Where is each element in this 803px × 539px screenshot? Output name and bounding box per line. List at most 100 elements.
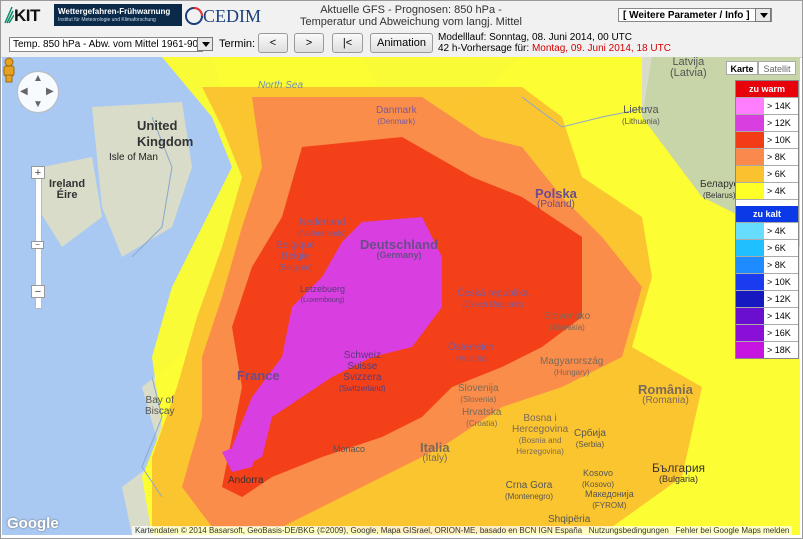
model-run-info: Modelllauf: Sonntag, 08. Juni 2014, 00 U… (438, 32, 671, 54)
legend-cold-row: > 16K (736, 324, 798, 341)
legend-warm-swatch (736, 115, 764, 131)
legend-cold-swatch (736, 240, 764, 256)
place-romania: România (Romania) (638, 382, 693, 406)
kit-logo-icon (4, 6, 14, 24)
place-danmark: Danmark (Denmark) (376, 105, 417, 126)
legend-warm-swatch (736, 98, 764, 114)
place-slovenija: Slovenija (Slovenia) (458, 383, 499, 404)
pan-up-icon[interactable]: ▲ (33, 73, 43, 84)
pan-left-icon[interactable]: ◀ (20, 86, 28, 97)
map-type-satellit[interactable]: Satellit (758, 61, 796, 75)
info-select-dropdown-icon[interactable] (755, 8, 771, 22)
next-button[interactable]: > (294, 33, 324, 53)
legend-warm-swatch (736, 149, 764, 165)
map-attribution: Kartendaten © 2014 Basarsoft, GeoBasis-D… (132, 526, 793, 535)
legend-cold-label: > 18K (767, 345, 791, 355)
map-type-karte[interactable]: Karte (726, 61, 758, 75)
legend-warm-swatch (736, 166, 764, 182)
zoom-in-button[interactable]: + (31, 166, 45, 179)
legend-gap (736, 199, 798, 206)
legend-cold-label: > 4K (767, 226, 786, 236)
place-latvia: Latvija (Latvia) (670, 57, 707, 79)
termin-label: Termin: (219, 38, 256, 50)
legend-warm-label: > 8K (767, 152, 786, 162)
forecast-info: 42 h-Vorhersage für: Montag, 09. Juni 20… (438, 43, 671, 54)
legend-cold-label: > 6K (767, 243, 786, 253)
legend-warm-row: > 8K (736, 148, 798, 165)
kit-logo-text: KIT (14, 6, 40, 25)
place-uk-line1: United (137, 118, 178, 133)
legend-warm-label: > 4K (767, 186, 786, 196)
legend-warm-row: > 4K (736, 182, 798, 199)
place-lietuva: Lietuva (Lithuania) (622, 104, 660, 127)
legend-cold-row: > 8K (736, 256, 798, 273)
legend-cold-row: > 4K (736, 222, 798, 239)
legend-cold-swatch (736, 274, 764, 290)
pan-down-icon[interactable]: ▼ (33, 99, 43, 110)
place-andorra: Andorra (228, 475, 264, 486)
legend-warm-label: > 12K (767, 118, 791, 128)
legend-warm-label: > 6K (767, 169, 786, 179)
legend-cold-row: > 18K (736, 341, 798, 358)
info-select[interactable]: [ Weitere Parameter / Info ] (618, 8, 772, 22)
pan-right-icon[interactable]: ▶ (46, 86, 54, 97)
legend-cold-swatch (736, 342, 764, 358)
fruehwarnung-logo[interactable]: Wettergefahren-Frühwarnung Institut für … (54, 4, 182, 26)
legend-cold-row: > 12K (736, 290, 798, 307)
parameter-select[interactable]: Temp. 850 hPa - Abw. vom Mittel 1961-90 (9, 37, 203, 52)
place-bay-of-biscay: Bay of Biscay (145, 395, 175, 417)
legend-warm-header: zu warm (736, 81, 798, 97)
google-logo[interactable]: Google (7, 515, 59, 532)
legend-cold-row: > 10K (736, 273, 798, 290)
place-cesko: Česká republika (Czech Republic) (457, 288, 529, 309)
place-srbija: Србија (Serbia) (574, 428, 606, 449)
place-magyar: Magyarország (Hungary) (540, 356, 604, 377)
fruehwarnung-title: Wettergefahren-Frühwarnung (58, 7, 171, 16)
kit-logo[interactable]: KIT (4, 5, 52, 25)
place-polska: Polska (Poland) (535, 186, 577, 210)
legend-warm-row: > 14K (736, 97, 798, 114)
model-run-label: Modelllauf: Sonntag, 08. Juni 2014, 00 U… (438, 32, 633, 43)
legend-warm-row: > 6K (736, 165, 798, 182)
legend-cold-row: > 14K (736, 307, 798, 324)
place-isle-of-man: Isle of Man (109, 152, 158, 163)
animation-button[interactable]: Animation (370, 33, 433, 53)
legend-warm-label: > 14K (767, 101, 791, 111)
place-osterreich: Österreich (Austria) (448, 342, 495, 363)
place-slovensko: Slovensko (Slovakia) (544, 311, 591, 332)
color-legend: zu warm > 14K > 12K > 10K > 8K > 6K > 4K zu k… (735, 80, 799, 359)
fruehwarnung-subtitle: Institut für Meteorologie und Klimaforsc… (58, 17, 156, 23)
forecast-label: 42 h-Vorhersage für: (438, 43, 532, 54)
cedim-logo[interactable]: CEDIM (185, 5, 261, 27)
parameter-select-dropdown-icon[interactable] (197, 37, 213, 51)
prev-button[interactable]: < (258, 33, 288, 53)
pegman-icon[interactable] (2, 57, 16, 83)
pan-control[interactable]: ▲ ▼ ◀ ▶ (17, 71, 59, 113)
zoom-out-button[interactable]: − (31, 285, 45, 298)
zoom-slider-handle[interactable]: − (31, 241, 44, 249)
place-france: France (237, 368, 280, 383)
terms-link[interactable]: Nutzungsbedingungen (589, 526, 669, 535)
place-north-sea: North Sea (258, 80, 304, 91)
legend-cold-swatch (736, 325, 764, 341)
forecast-value: Montag, 09. Juni 2014, 18 UTC (531, 43, 671, 54)
map-canvas[interactable]: Latvija (Latvia) Lietuva (Lithuania) North… (2, 57, 800, 535)
page-title-line2: Temperatur und Abweichung vom langj. Mit… (300, 16, 522, 28)
place-italia: Italia (Italy) (420, 440, 450, 464)
header: KIT Wettergefahren-Frühwarnung Institut … (1, 1, 802, 58)
legend-cold-swatch (736, 308, 764, 324)
place-deutschland: Deutschland (Germany) (360, 237, 439, 260)
report-link[interactable]: Fehler bei Google Maps melden (676, 526, 790, 535)
legend-warm-row: > 10K (736, 131, 798, 148)
legend-warm-row: > 12K (736, 114, 798, 131)
place-bosna: Bosna i Hercegovina (Bosnia and Herzegovina… (512, 413, 569, 456)
legend-cold-label: > 16K (767, 328, 791, 338)
first-button[interactable]: |< (332, 33, 363, 53)
legend-warm-swatch (736, 183, 764, 199)
legend-cold-swatch (736, 223, 764, 239)
cedim-logo-icon (185, 7, 203, 25)
legend-cold-header: zu kalt (736, 206, 798, 222)
legend-cold-row: > 6K (736, 239, 798, 256)
legend-cold-label: > 8K (767, 260, 786, 270)
place-nederland: Nederland (Netherlands) (298, 217, 347, 238)
